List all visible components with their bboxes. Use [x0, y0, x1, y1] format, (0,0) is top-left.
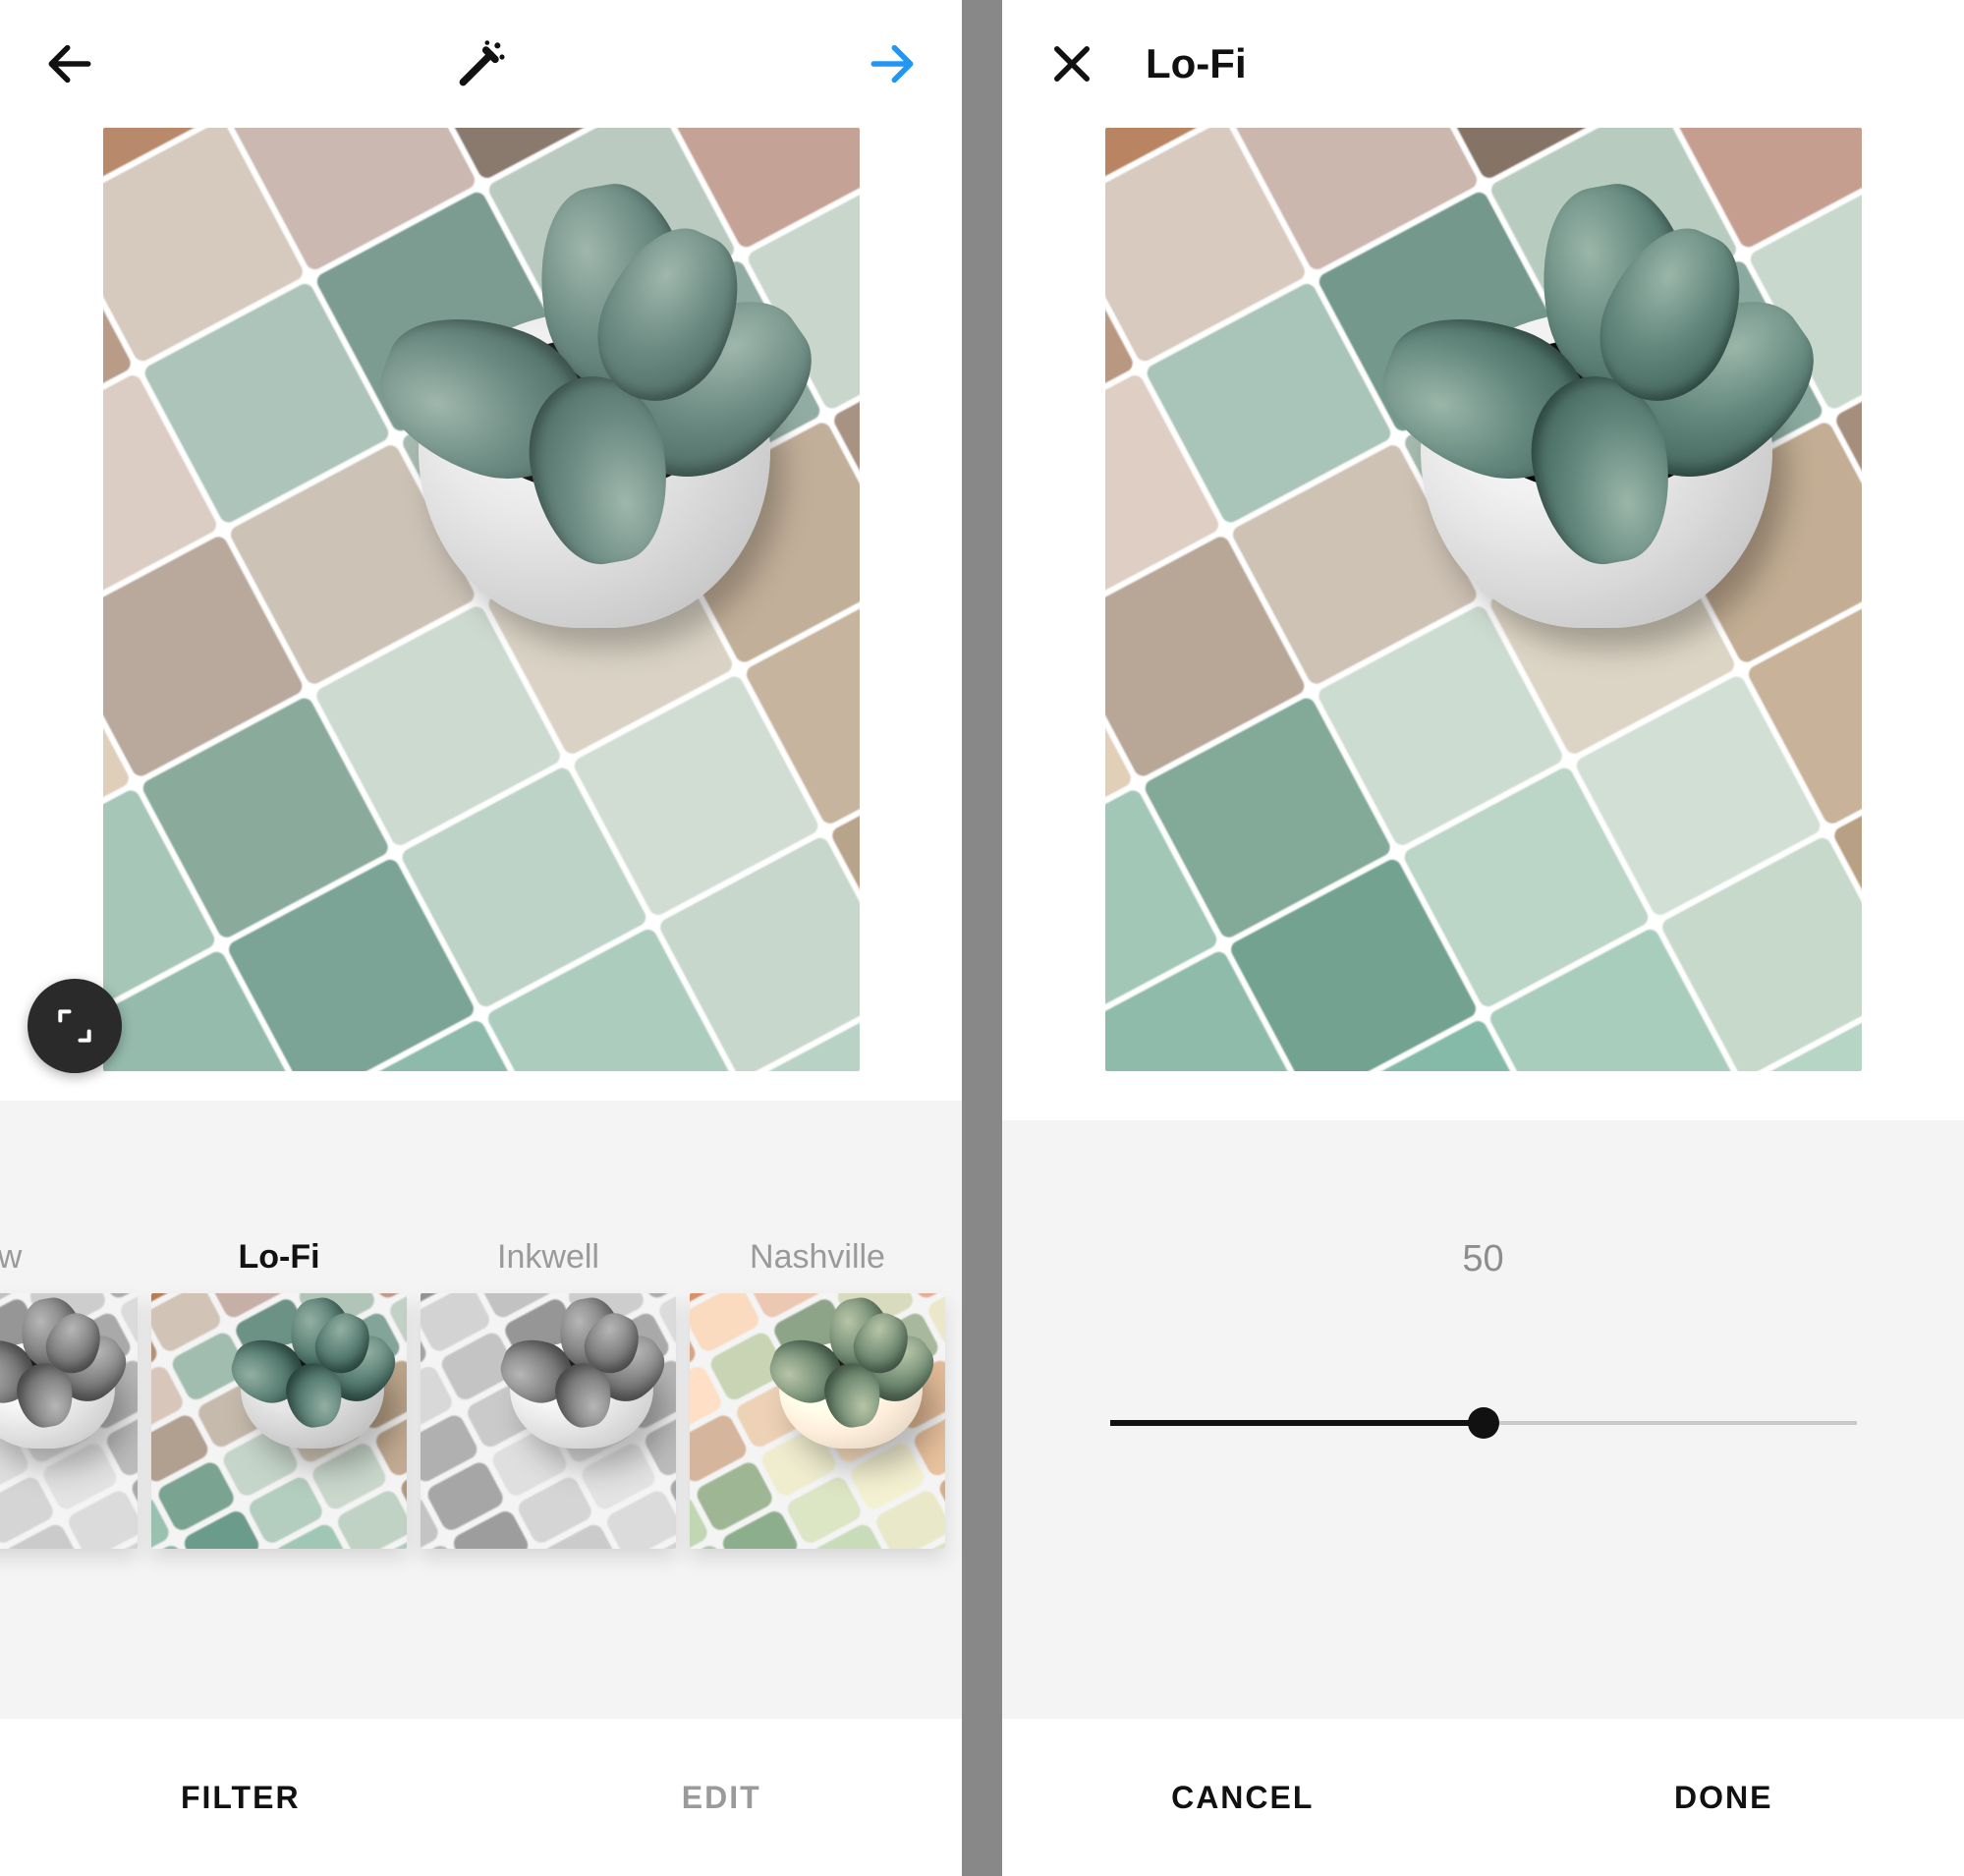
- next-arrow-icon: [865, 36, 920, 91]
- action-bar: CANCEL DONE: [1002, 1719, 1964, 1876]
- header: [0, 0, 962, 128]
- header: Lo-Fi: [1002, 0, 1964, 128]
- expand-button[interactable]: [28, 979, 122, 1073]
- tab-filter[interactable]: FILTER: [0, 1719, 481, 1876]
- done-button[interactable]: DONE: [1484, 1719, 1964, 1876]
- intensity-slider[interactable]: [1110, 1408, 1857, 1438]
- filter-thumb-nashville[interactable]: Nashville: [690, 1238, 945, 1549]
- slider-value: 50: [1462, 1238, 1503, 1280]
- back-arrow-icon: [42, 36, 97, 91]
- filter-thumb-lofi[interactable]: Lo-Fi: [151, 1238, 407, 1549]
- filter-preview: [0, 1293, 138, 1549]
- photo-preview[interactable]: [1105, 128, 1862, 1071]
- filter-title: Lo-Fi: [1146, 40, 1247, 87]
- filter-thumb-willow[interactable]: w: [0, 1238, 138, 1549]
- auto-enhance-button[interactable]: [447, 29, 516, 98]
- close-button[interactable]: [1038, 29, 1106, 98]
- bottom-tabs: FILTER EDIT: [0, 1719, 962, 1876]
- next-button[interactable]: [858, 29, 926, 98]
- filter-strip[interactable]: w Lo-Fi Inkwell Nashville: [0, 1101, 962, 1719]
- magic-wand-icon: [454, 36, 509, 91]
- filter-preview: [690, 1293, 945, 1549]
- photo-preview-area: [1002, 128, 1964, 1071]
- photo-preview-area: [0, 128, 962, 1071]
- slider-area: 50: [1002, 1120, 1964, 1719]
- filter-label: w: [0, 1238, 138, 1279]
- filter-select-screen: w Lo-Fi Inkwell Nashville FILTER EDIT: [0, 0, 962, 1876]
- filter-preview: [151, 1293, 407, 1549]
- photo-preview[interactable]: [103, 128, 860, 1071]
- cancel-button[interactable]: CANCEL: [1002, 1719, 1484, 1876]
- filter-label: Inkwell: [421, 1238, 676, 1279]
- back-button[interactable]: [35, 29, 104, 98]
- tab-edit[interactable]: EDIT: [481, 1719, 963, 1876]
- close-icon: [1046, 38, 1097, 89]
- filter-preview: [421, 1293, 676, 1549]
- filter-label: Nashville: [690, 1238, 945, 1279]
- filter-label: Lo-Fi: [151, 1238, 407, 1279]
- filter-thumb-inkwell[interactable]: Inkwell: [421, 1238, 676, 1549]
- expand-icon: [53, 1004, 96, 1048]
- filter-adjust-screen: Lo-Fi 50 CANCEL DONE: [1002, 0, 1964, 1876]
